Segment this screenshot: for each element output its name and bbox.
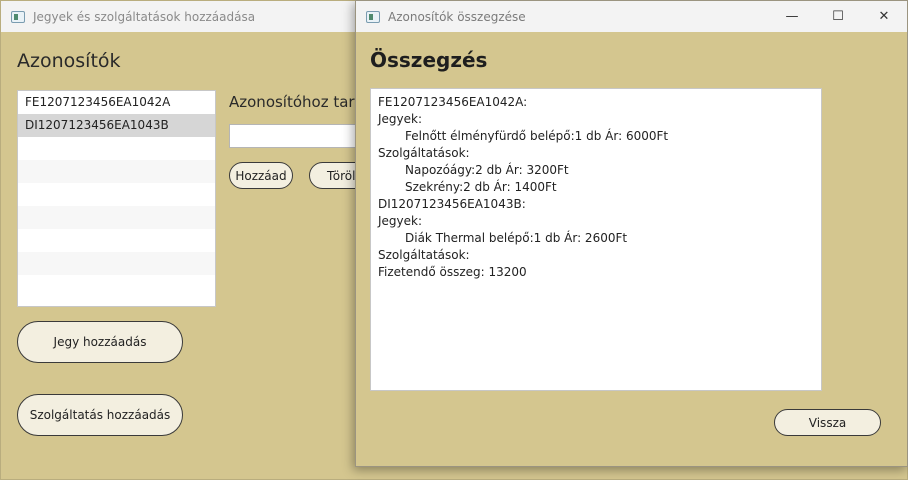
background-window-title: Jegyek és szolgáltatások hozzáadása (33, 9, 256, 24)
back-button[interactable]: Vissza (774, 409, 881, 436)
app-window-icon (11, 10, 25, 23)
identifiers-heading: Azonosítók (17, 50, 121, 72)
close-icon[interactable]: ✕ (861, 1, 907, 32)
list-item-empty (18, 160, 215, 183)
identifier-label: Azonosítóhoz tarto (229, 93, 370, 111)
add-ticket-button[interactable]: Jegy hozzáadás (17, 321, 183, 363)
summary-line: Jegyek: (378, 112, 423, 126)
identifier-list[interactable]: FE1207123456EA1042A DI1207123456EA1043B (17, 90, 216, 307)
identifier-input[interactable] (229, 124, 369, 148)
summary-line: Fizetendő összeg: 13200 (378, 265, 527, 279)
list-item-empty (18, 252, 215, 275)
summary-line: Szolgáltatások: (378, 248, 470, 262)
summary-line: Szolgáltatások: (378, 146, 470, 160)
summary-window-title: Azonosítók összegzése (388, 9, 526, 24)
summary-window-titlebar[interactable]: Azonosítók összegzése — ☐ ✕ (356, 1, 907, 32)
list-item-empty (18, 183, 215, 206)
summary-line: Napozóágy:2 db Ár: 3200Ft (405, 163, 569, 177)
minimize-icon[interactable]: — (769, 1, 815, 32)
list-item-selected[interactable]: DI1207123456EA1043B (18, 114, 215, 137)
summary-window: Azonosítók összegzése — ☐ ✕ Összegzés FE… (355, 0, 908, 467)
list-item-empty (18, 275, 215, 298)
summary-line: FE1207123456EA1042A: (378, 95, 528, 109)
list-item-empty (18, 229, 215, 252)
summary-heading: Összegzés (370, 48, 488, 72)
summary-textbox[interactable]: FE1207123456EA1042A: Jegyek: Felnőtt élmén… (370, 88, 822, 391)
add-service-button[interactable]: Szolgáltatás hozzáadás (17, 394, 183, 436)
app-window-icon (366, 10, 380, 23)
list-item-empty (18, 206, 215, 229)
summary-line: Jegyek: (378, 214, 423, 228)
list-item-empty (18, 137, 215, 160)
summary-line: DI1207123456EA1043B: (378, 197, 526, 211)
summary-line: Felnőtt élményfürdő belépő:1 db Ár: 6000… (405, 129, 669, 143)
list-item[interactable]: FE1207123456EA1042A (18, 91, 215, 114)
add-button[interactable]: Hozzáad (229, 162, 293, 189)
summary-line: Diák Thermal belépő:1 db Ár: 2600Ft (405, 231, 628, 245)
summary-line: Szekrény:2 db Ár: 1400Ft (405, 180, 557, 194)
maximize-icon[interactable]: ☐ (815, 1, 861, 32)
